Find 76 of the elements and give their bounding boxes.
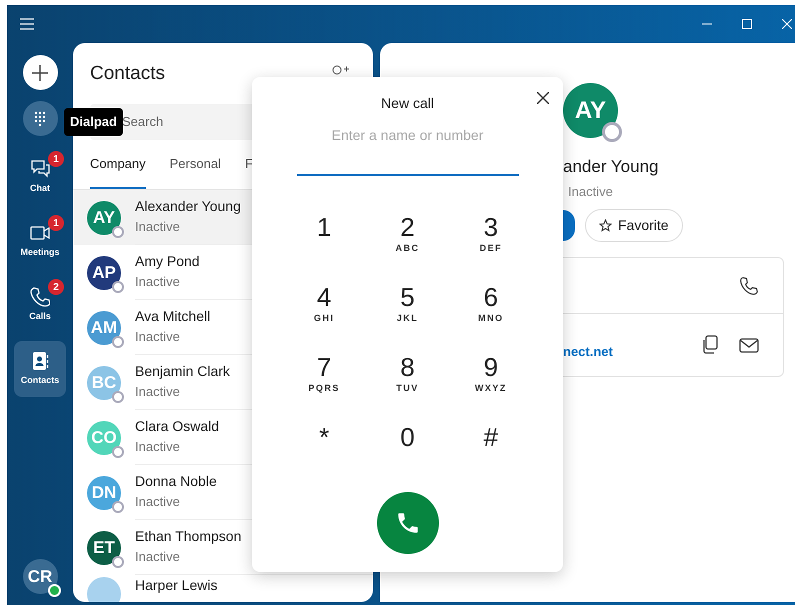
nav-item[interactable]: Meetings 1	[14, 213, 66, 269]
contact-status: Inactive	[135, 328, 180, 346]
dial-key[interactable]: 0	[366, 422, 450, 472]
count-badge: 1	[48, 151, 64, 167]
contact-avatar: AM	[87, 310, 121, 344]
dial-key[interactable]: 6 MNO	[449, 282, 532, 332]
contact-name: ander Young	[563, 156, 660, 178]
user-avatar[interactable]: CR	[22, 559, 58, 594]
tab[interactable]: Personal	[170, 154, 221, 189]
presence-icon	[112, 280, 124, 292]
dialpad-icon	[34, 110, 46, 126]
contact-name: Donna Noble	[135, 472, 217, 490]
count-badge: 1	[48, 215, 64, 231]
contact-name: Amy Pond	[135, 252, 200, 270]
nav-item[interactable]: Calls 2	[14, 277, 66, 333]
nav-item[interactable]: Chat 1	[14, 149, 66, 205]
number-field[interactable]: Enter a name or number	[296, 124, 518, 176]
close-icon[interactable]	[537, 92, 549, 104]
plus-icon	[32, 64, 48, 80]
contact-name: Benjamin Clark	[135, 362, 230, 380]
contact-avatar: AP	[87, 256, 121, 290]
contact-name: Harper Lewis	[135, 577, 218, 594]
contact-avatar: AY	[87, 200, 121, 234]
dial-key[interactable]: 5 JKL	[366, 282, 450, 332]
email-link[interactable]: nect.net	[563, 342, 613, 362]
contact-status: Inactive	[135, 272, 180, 291]
dial-key[interactable]: #	[449, 422, 532, 472]
dial-key[interactable]: 3 DEF	[449, 212, 532, 262]
new-button[interactable]	[22, 55, 58, 90]
presence-icon	[112, 500, 124, 512]
contact-avatar: CO	[87, 420, 121, 454]
contact-avatar: AY	[563, 83, 618, 138]
dial-key[interactable]: 7 PQRS	[282, 352, 366, 402]
call-button[interactable]	[563, 210, 575, 241]
presence-icon	[112, 446, 124, 458]
contact-row[interactable]: Harper Lewis	[73, 575, 373, 602]
dialpad-button[interactable]	[22, 101, 58, 136]
presence-icon	[602, 122, 622, 142]
presence-icon	[112, 336, 124, 348]
panel-title: Contacts	[90, 62, 165, 86]
mail-icon[interactable]	[739, 338, 759, 352]
tooltip: Dialpad	[64, 108, 123, 136]
contact-status: Inactive	[135, 382, 180, 401]
contact-card-icon	[30, 350, 50, 371]
minimize-icon[interactable]	[702, 23, 712, 25]
chat-icon	[30, 158, 50, 179]
contact-name: Ethan Thompson	[135, 528, 242, 545]
contact-status: Inactive	[135, 218, 180, 236]
contact-status: Inactive	[568, 182, 614, 200]
contact-avatar: ET	[87, 530, 121, 564]
contact-avatar: DN	[87, 476, 121, 510]
copy-icon[interactable]	[701, 335, 719, 355]
dial-key[interactable]: 4 GHI	[282, 282, 366, 332]
favorite-button[interactable]: Favorite	[585, 209, 683, 242]
presence-icon	[112, 390, 124, 402]
contact-name: Ava Mitchell	[135, 308, 210, 325]
presence-icon	[112, 556, 124, 568]
contact-name: Clara Oswald	[135, 418, 220, 435]
contact-status: Inactive	[135, 438, 180, 456]
dial-key[interactable]: 9 WXYZ	[449, 352, 532, 402]
star-icon	[599, 219, 612, 232]
phone-icon[interactable]	[739, 276, 759, 296]
menu-icon[interactable]	[20, 18, 34, 30]
nav-item[interactable]: Contacts	[14, 341, 66, 397]
dialog-title: New call	[381, 94, 434, 113]
contact-status: Inactive	[135, 492, 180, 511]
contact-avatar: BC	[87, 366, 121, 400]
tab[interactable]: F	[244, 154, 253, 189]
phone-icon	[30, 286, 50, 307]
dial-key[interactable]: *	[282, 422, 366, 472]
maximize-icon[interactable]	[742, 19, 752, 29]
count-badge: 2	[48, 279, 64, 295]
contact-status: Inactive	[135, 548, 180, 566]
presence-icon	[112, 226, 124, 238]
contact-name: Alexander Young	[135, 198, 241, 215]
dial-key[interactable]: 8 TUV	[366, 352, 450, 402]
